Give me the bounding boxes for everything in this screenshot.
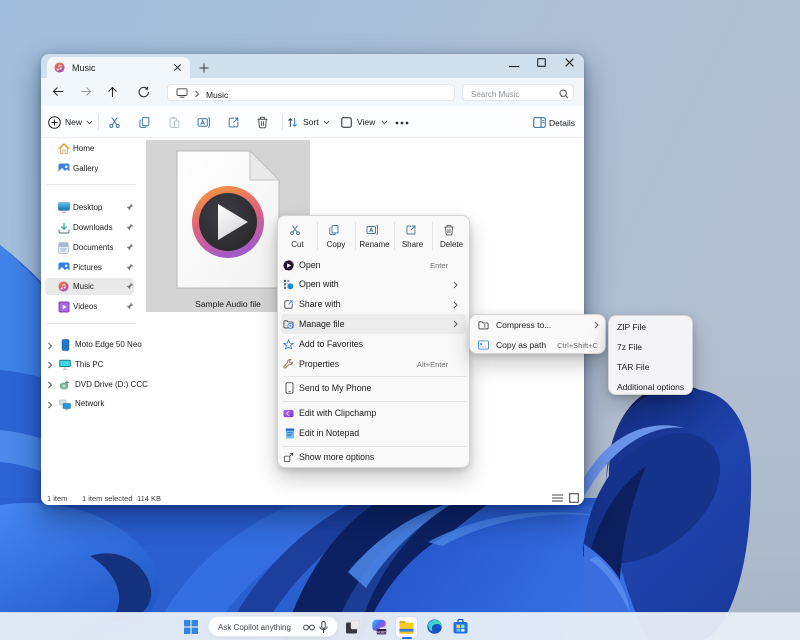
svg-text:M365: M365 (376, 629, 387, 634)
